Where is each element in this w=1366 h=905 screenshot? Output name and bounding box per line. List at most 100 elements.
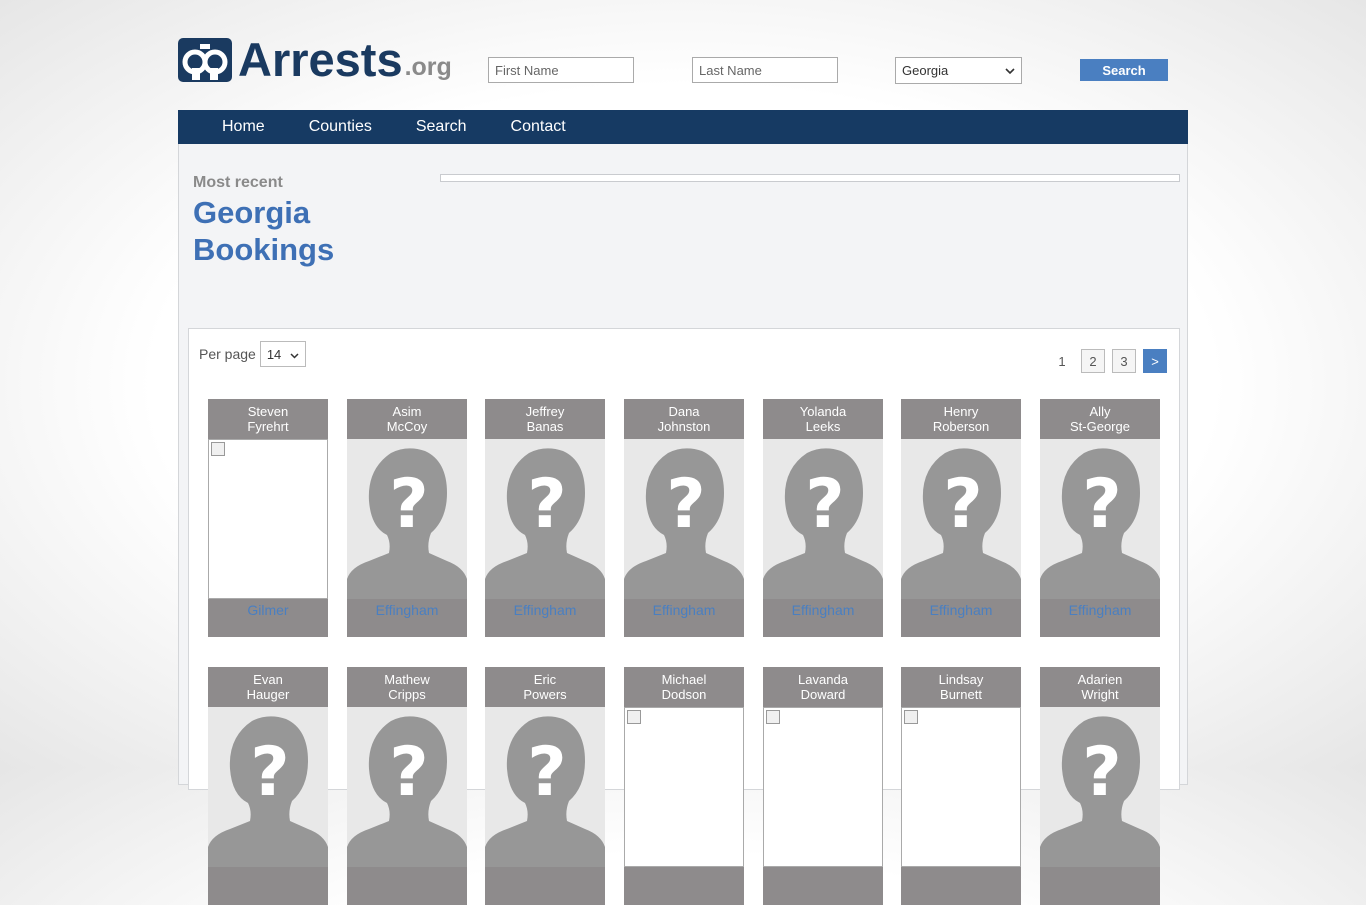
booking-county-link[interactable] <box>485 867 605 905</box>
mugshot-photo[interactable]: ? <box>485 707 605 867</box>
page-1-current: 1 <box>1058 353 1066 369</box>
mugshot-photo[interactable]: ? <box>485 439 605 599</box>
next-page-button[interactable]: > <box>1143 349 1167 373</box>
mugshot-photo[interactable]: ? <box>1040 707 1160 867</box>
booking-county-link[interactable]: Effingham <box>347 599 467 637</box>
svg-text:?: ? <box>943 465 982 544</box>
logo-tld: .org <box>404 53 452 81</box>
nav-contact[interactable]: Contact <box>511 118 566 136</box>
booking-name[interactable]: Eric Powers <box>485 667 605 707</box>
booking-card[interactable]: Eric Powers? <box>485 667 605 905</box>
main-nav: Home Counties Search Contact <box>178 110 1188 144</box>
last-name-input[interactable] <box>692 57 838 83</box>
svg-text:?: ? <box>1082 733 1121 812</box>
booking-county-link[interactable] <box>1040 867 1160 905</box>
booking-first-name: Asim <box>392 404 422 419</box>
booking-card[interactable]: Lavanda Doward <box>763 667 883 905</box>
booking-name[interactable]: Dana Johnston <box>624 399 744 439</box>
mugshot-photo[interactable] <box>901 707 1021 867</box>
booking-name[interactable]: Ally St-George <box>1040 399 1160 439</box>
booking-first-name: Ally <box>1089 404 1111 419</box>
booking-first-name: Adarien <box>1077 672 1123 687</box>
unknown-person-icon: ? <box>763 448 883 599</box>
page-title: Georgia Bookings <box>193 195 335 267</box>
booking-county-link[interactable]: Effingham <box>763 599 883 637</box>
state-select-value: Georgia <box>902 63 949 78</box>
booking-card[interactable]: Lindsay Burnett <box>901 667 1021 905</box>
unknown-person-icon: ? <box>208 716 328 867</box>
booking-card[interactable]: Steven Fyrehrt Gilmer <box>208 399 328 637</box>
booking-first-name: Jeffrey <box>525 404 565 419</box>
booking-county-link[interactable] <box>624 867 744 905</box>
svg-text:?: ? <box>389 465 428 544</box>
booking-name[interactable]: Yolanda Leeks <box>763 399 883 439</box>
mugshot-photo[interactable] <box>624 707 744 867</box>
booking-name[interactable]: Michael Dodson <box>624 667 744 707</box>
first-name-input[interactable] <box>488 57 634 83</box>
booking-last-name: Hauger <box>246 687 290 702</box>
booking-last-name: Wright <box>1081 687 1119 702</box>
most-recent-label: Most recent <box>193 174 283 191</box>
unknown-person-icon: ? <box>485 448 605 599</box>
booking-card[interactable]: Evan Hauger? <box>208 667 328 905</box>
search-button[interactable]: Search <box>1080 59 1168 81</box>
handcuffs-logo-icon <box>178 38 232 82</box>
booking-county-link[interactable]: Effingham <box>624 599 744 637</box>
booking-name[interactable]: Jeffrey Banas <box>485 399 605 439</box>
booking-county-link[interactable]: Effingham <box>485 599 605 637</box>
booking-card[interactable]: Dana Johnston? Effingham <box>624 399 744 637</box>
booking-name[interactable]: Adarien Wright <box>1040 667 1160 707</box>
svg-text:?: ? <box>1082 465 1121 544</box>
booking-card[interactable]: Adarien Wright? <box>1040 667 1160 905</box>
booking-first-name: Mathew <box>384 672 430 687</box>
booking-name[interactable]: Henry Roberson <box>901 399 1021 439</box>
booking-name[interactable]: Asim McCoy <box>347 399 467 439</box>
booking-card[interactable]: Ally St-George? Effingham <box>1040 399 1160 637</box>
booking-last-name: Dodson <box>661 687 707 702</box>
booking-last-name: Roberson <box>932 419 990 434</box>
mugshot-photo[interactable]: ? <box>1040 439 1160 599</box>
booking-county-link[interactable] <box>208 867 328 905</box>
booking-county-link[interactable] <box>347 867 467 905</box>
booking-card[interactable]: Yolanda Leeks? Effingham <box>763 399 883 637</box>
per-page-select[interactable]: 14 <box>259 341 306 367</box>
booking-county-link[interactable] <box>763 867 883 905</box>
mugshot-photo[interactable]: ? <box>347 439 467 599</box>
svg-text:?: ? <box>805 465 844 544</box>
booking-card[interactable]: Michael Dodson <box>624 667 744 905</box>
nav-home[interactable]: Home <box>222 118 265 136</box>
booking-county-link[interactable] <box>901 867 1021 905</box>
unknown-person-icon: ? <box>347 716 467 867</box>
logo-name: Arrests <box>238 33 403 86</box>
booking-name[interactable]: Evan Hauger <box>208 667 328 707</box>
chevron-down-icon <box>290 347 299 362</box>
mugshot-photo[interactable]: ? <box>763 439 883 599</box>
nav-counties[interactable]: Counties <box>309 118 372 136</box>
mugshot-photo[interactable]: ? <box>208 707 328 867</box>
mugshot-photo[interactable]: ? <box>347 707 467 867</box>
unknown-person-icon: ? <box>485 716 605 867</box>
nav-search[interactable]: Search <box>416 118 467 136</box>
mugshot-photo[interactable]: ? <box>901 439 1021 599</box>
mugshot-photo[interactable]: ? <box>624 439 744 599</box>
booking-card[interactable]: Mathew Cripps? <box>347 667 467 905</box>
booking-card[interactable]: Jeffrey Banas? Effingham <box>485 399 605 637</box>
booking-county-link[interactable]: Gilmer <box>208 599 328 637</box>
booking-county-link[interactable]: Effingham <box>1040 599 1160 637</box>
page-2-button[interactable]: 2 <box>1081 349 1105 373</box>
booking-card[interactable]: Henry Roberson? Effingham <box>901 399 1021 637</box>
svg-text:?: ? <box>666 465 705 544</box>
page-3-button[interactable]: 3 <box>1112 349 1136 373</box>
state-select[interactable]: Georgia <box>895 57 1022 84</box>
mugshot-photo[interactable] <box>208 439 328 599</box>
booking-name[interactable]: Lavanda Doward <box>763 667 883 707</box>
booking-name[interactable]: Lindsay Burnett <box>901 667 1021 707</box>
booking-county-link[interactable]: Effingham <box>901 599 1021 637</box>
mugshot-photo[interactable] <box>763 707 883 867</box>
booking-name[interactable]: Steven Fyrehrt <box>208 399 328 439</box>
unknown-person-icon: ? <box>901 448 1021 599</box>
booking-card[interactable]: Asim McCoy? Effingham <box>347 399 467 637</box>
booking-name[interactable]: Mathew Cripps <box>347 667 467 707</box>
site-logo[interactable]: Arrests .org <box>178 33 452 86</box>
broken-image-icon <box>766 710 780 724</box>
